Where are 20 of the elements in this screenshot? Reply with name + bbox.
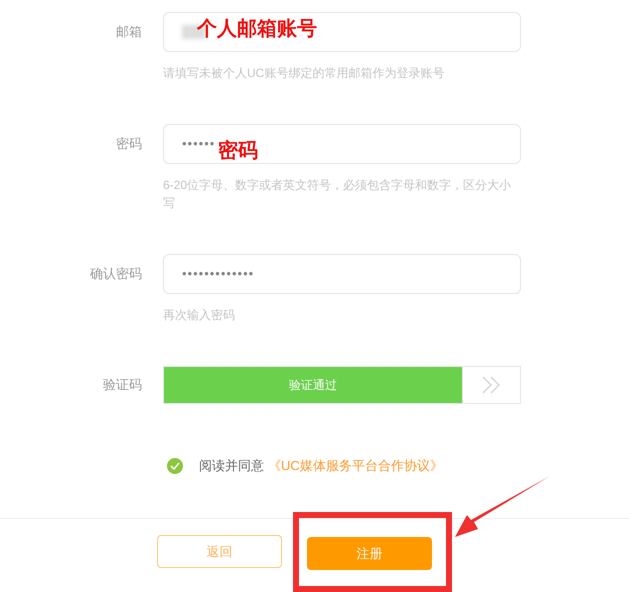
field-hint: 请填写未被个人UC账号绑定的常用邮箱作为登录账号 [163, 65, 446, 82]
agreement-text: 阅读并同意 [199, 457, 264, 476]
password-field[interactable]: ••••••••••••• [163, 254, 521, 294]
email-field[interactable]: 个人邮箱账号 [163, 12, 521, 52]
field-label: 验证码 [102, 376, 142, 394]
agreement-link[interactable]: 《UC媒体服务平台合作协议》 [268, 456, 443, 476]
password-field[interactable]: ••••••密码 [163, 124, 521, 164]
check-icon [170, 462, 180, 470]
register-button[interactable]: 注册 [307, 537, 432, 570]
annotation-label: 密码 [218, 141, 258, 161]
checkbox[interactable] [167, 458, 183, 474]
double-chevron-icon [480, 375, 502, 395]
field-label: 密码 [115, 135, 142, 154]
field-hint: 6-20位字母、数字或者英文符号，必须包含字母和数字，区分大小写 [163, 177, 512, 212]
field-hint: 再次输入密码 [163, 307, 236, 324]
back-button[interactable]: 返回 [157, 535, 282, 568]
field-label: 邮箱 [115, 23, 142, 42]
slider-verified-bar: 验证通过 [164, 367, 462, 403]
annotation-label: 个人邮箱账号 [197, 19, 317, 39]
field-label: 确认密码 [89, 265, 142, 284]
